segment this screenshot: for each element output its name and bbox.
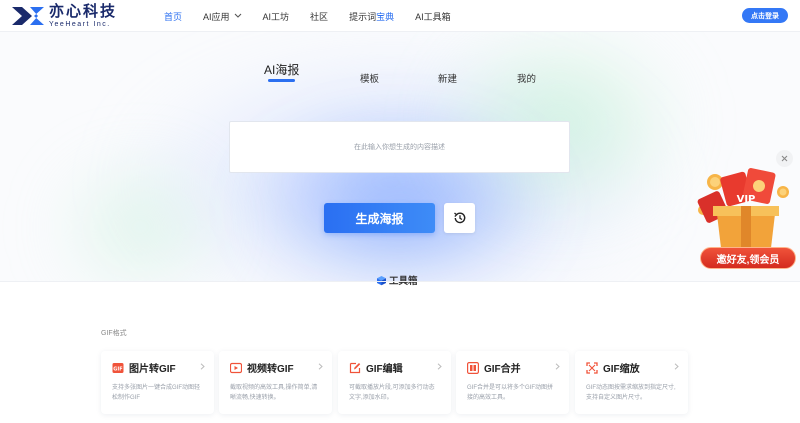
history-icon xyxy=(453,212,465,224)
tab-mine[interactable]: 我的 xyxy=(517,71,536,85)
nav-label: AI工坊 xyxy=(262,11,290,22)
nav-label-highlight: 宝典 xyxy=(376,11,395,22)
gif-edit-icon xyxy=(349,362,361,373)
card-description: GIF动态图按需求缩放到指定尺寸,支持自定义图片尺寸。 xyxy=(586,385,676,401)
card-title: 视频转GIF xyxy=(247,364,294,375)
chevron-down-icon xyxy=(234,13,241,18)
gif-merge-icon xyxy=(467,361,479,374)
nav-item-community[interactable]: 社区 xyxy=(310,10,328,23)
prompt-input[interactable]: 在此输入你想生成的内容描述 xyxy=(229,121,570,173)
tab-templates[interactable]: 模板 xyxy=(360,71,379,85)
brand-logo[interactable]: 亦心科技 YeeHeart Inc. xyxy=(10,3,117,29)
tab-active-indicator xyxy=(268,79,295,82)
card-description: 可截取播放片段,可添加多行动态文字,添加水印。 xyxy=(349,385,435,401)
nav-item-ai-toolbox[interactable]: AI工具箱 xyxy=(415,10,451,23)
card-description: GIF合并是可以将多个GIF动图拼接的高效工具。 xyxy=(467,385,553,401)
tool-card-image-to-gif[interactable]: GIF 图片转GIF 支持多张图片一键合成GIF动图轻松制作GIF xyxy=(101,351,214,414)
section-label-gif: GIF格式 xyxy=(101,330,127,337)
invite-friends-banner[interactable]: 邀好友,领会员 xyxy=(700,247,796,269)
tab-new[interactable]: 新建 xyxy=(438,71,457,85)
brand-name-en: YeeHeart Inc. xyxy=(49,21,111,28)
nav-label: AI工具箱 xyxy=(415,11,451,22)
tool-card-video-to-gif[interactable]: 视频转GIF 截取视频的高效工具,操作简单,清晰流畅,快速转换。 xyxy=(219,351,332,414)
tab-ai-poster[interactable]: AI海报 xyxy=(264,61,299,78)
top-header: 亦心科技 YeeHeart Inc. 首页 AI应用 AI工坊 社区 提示词 宝典… xyxy=(0,0,800,32)
chevron-right-icon xyxy=(200,363,205,370)
history-button[interactable] xyxy=(444,203,475,233)
card-description: 截取视频的高效工具,操作简单,清晰流畅,快速转换。 xyxy=(230,385,318,401)
card-title: GIF合并 xyxy=(484,364,521,375)
chevron-right-icon xyxy=(674,363,679,370)
cube-icon xyxy=(377,275,386,285)
nav-label: 提示词 xyxy=(349,11,377,22)
nav-label: 社区 xyxy=(310,11,329,22)
chevron-right-icon xyxy=(318,363,323,370)
image-gif-icon: GIF xyxy=(112,362,124,373)
card-title: GIF缩放 xyxy=(603,364,640,375)
tool-card-gif-resize[interactable]: GIF缩放 GIF动态图按需求缩放到指定尺寸,支持自定义图片尺寸。 xyxy=(575,351,688,414)
gif-resize-icon xyxy=(586,361,598,374)
brand-name-cn: 亦心科技 xyxy=(49,3,118,20)
chevron-right-icon xyxy=(437,363,442,370)
section-divider xyxy=(0,281,800,282)
generate-poster-button[interactable]: 生成海报 xyxy=(324,203,435,233)
main-nav: 首页 AI应用 AI工坊 社区 提示词 宝典 AI工具箱 xyxy=(164,0,472,32)
nav-label: 首页 xyxy=(164,11,183,22)
nav-label: AI应用 xyxy=(203,11,230,22)
chevron-right-icon xyxy=(555,363,560,370)
toolbox-title-text: 工具箱 xyxy=(389,273,418,287)
card-description: 支持多张图片一键合成GIF动图轻松制作GIF xyxy=(112,385,200,401)
tool-card-gif-merge[interactable]: GIF合并 GIF合并是可以将多个GIF动图拼接的高效工具。 xyxy=(456,351,569,414)
nav-item-ai-workshop[interactable]: AI工坊 xyxy=(263,10,290,23)
video-gif-icon xyxy=(230,362,242,373)
login-button[interactable]: 点击登录 xyxy=(742,8,788,23)
close-promo-button[interactable] xyxy=(776,150,793,167)
card-title: 图片转GIF xyxy=(129,364,176,375)
toolbox-heading: 工具箱 xyxy=(376,273,418,287)
close-icon xyxy=(781,155,788,162)
vip-badge: VIP xyxy=(737,194,756,205)
nav-item-home[interactable]: 首页 xyxy=(164,10,182,23)
svg-text:GIF: GIF xyxy=(113,366,122,372)
logo-mark-icon xyxy=(12,7,44,25)
nav-item-ai-apps[interactable]: AI应用 xyxy=(203,10,242,23)
nav-item-prompt-guide[interactable]: 提示词 宝典 xyxy=(349,10,394,23)
card-title: GIF编辑 xyxy=(366,364,403,375)
tool-card-gif-edit[interactable]: GIF编辑 可截取播放片段,可添加多行动态文字,添加水印。 xyxy=(338,351,451,414)
